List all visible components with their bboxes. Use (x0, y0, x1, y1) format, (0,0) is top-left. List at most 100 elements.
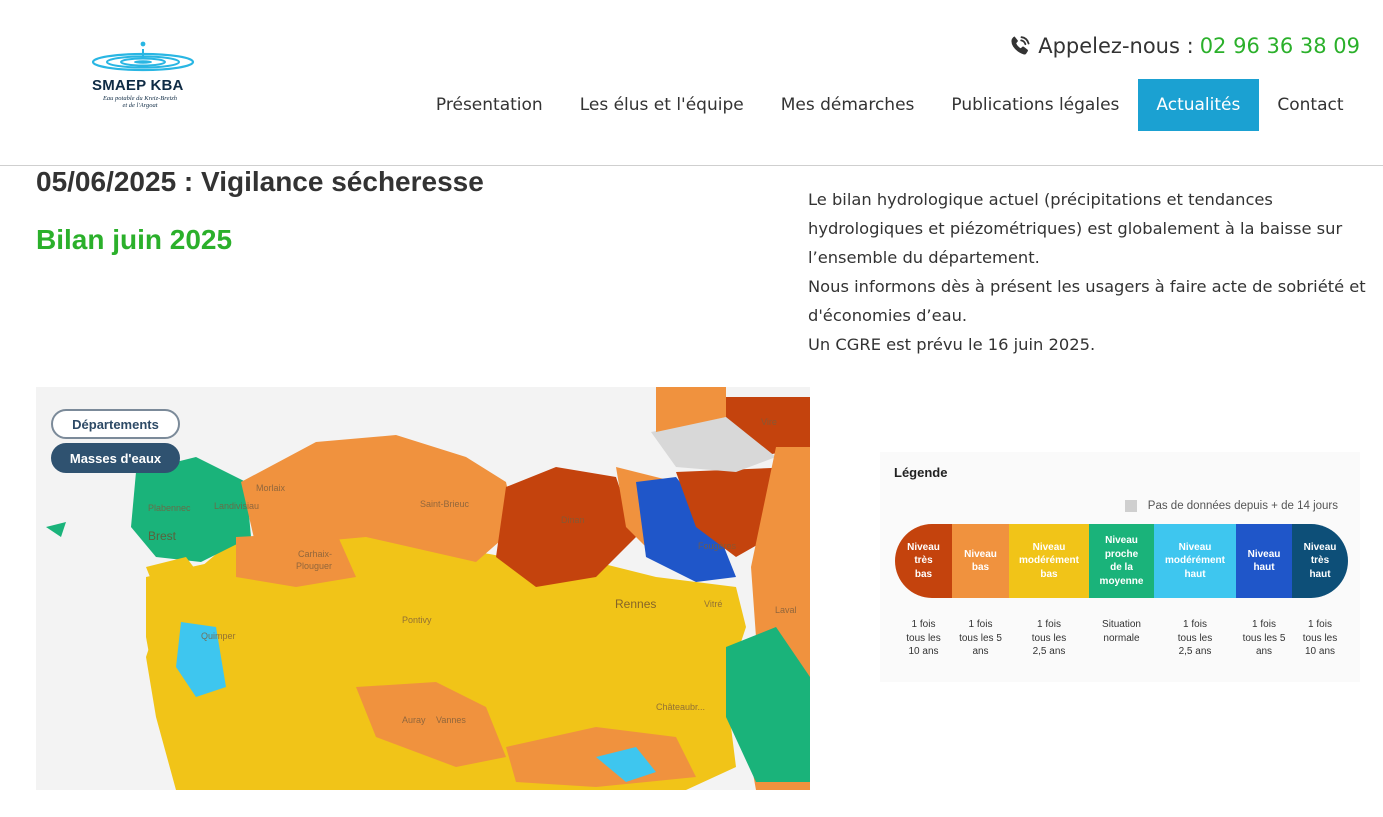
legend-level-label-line: Niveau (1247, 548, 1281, 560)
legend-level-label-line: Niveau (1178, 541, 1212, 553)
legend-frequency-line: 1 fois (1183, 619, 1207, 630)
water-drop-logo-icon (91, 41, 195, 72)
map-label: Vitré (704, 599, 723, 609)
legend-level-label-line: proche (1104, 548, 1139, 560)
legend-frequency-label: 1 fois tous les 2,5 ans (1009, 618, 1089, 659)
legend-level-label-line: modérément (1018, 555, 1079, 567)
article-title: 05/06/2025 : Vigilance sécheresse (36, 166, 484, 197)
legend-level-label-line: modérément (1164, 555, 1225, 567)
nav-item-mes-demarches[interactable]: Mes démarches (762, 79, 933, 131)
legend-level-segment: Niveau modérément bas (1009, 524, 1089, 598)
legend-level-label-line: moyenne (1099, 575, 1144, 587)
logo-subtitle-line: Eau potable du Kreiz-Breizh (102, 95, 178, 102)
legend-level-label-line: bas (1040, 568, 1058, 580)
legend-frequency-label: 1 fois tous les 10 ans (1292, 618, 1348, 659)
nav-item-actualites[interactable]: Actualités (1137, 79, 1259, 131)
phone-number[interactable]: 02 96 36 38 09 (1200, 34, 1360, 58)
map-label: Laval (775, 605, 797, 615)
no-data-swatch (1124, 500, 1137, 512)
phone-contact[interactable]: Appelez-nous : 02 96 36 38 09 (1008, 34, 1360, 58)
legend-frequency-line: 2,5 ans (1178, 646, 1212, 657)
map-label: Quimper (201, 631, 236, 641)
map-label: Brest (148, 529, 177, 543)
legend-frequency-line: tous les 5 (959, 632, 1002, 644)
legend-frequency-line: tous les 5 (1242, 632, 1286, 644)
logo-subtitle: Eau potable du Kreiz-Breizh et de l'Argo… (88, 95, 192, 109)
legend-frequency-label: 1 fois tous les 2,5 ans (1154, 618, 1236, 659)
legend-frequency-line: 10 ans (1304, 646, 1336, 657)
legend-level-segment: Niveau très bas (895, 524, 952, 598)
legend-level-label-line: bas (914, 568, 933, 580)
no-data-label: Pas de données depuis + de 14 jours (1147, 500, 1338, 512)
legend-frequency-line: 1 fois (1252, 619, 1276, 630)
legend-level-label-line: Niveau (964, 548, 997, 560)
legend-level-label: Niveau très bas (907, 541, 940, 582)
legend-frequency-text: Situation normale (1102, 618, 1141, 659)
legend-frequency-line: 2,5 ans (1032, 646, 1066, 657)
article-text-line: hydrologiques et piézométriques) est glo… (808, 219, 1343, 238)
legend-level-segment: Niveau modérément haut (1154, 524, 1236, 598)
nav-item-contact[interactable]: Contact (1259, 79, 1362, 131)
legend-level-segment: Niveau très haut (1292, 524, 1348, 598)
legend-level-label: Niveau bas (964, 548, 997, 575)
legend-frequency-line: 1 fois (968, 619, 993, 630)
article-text-line: l’ensemble du département. (808, 248, 1040, 267)
legend-frequency-label: 1 fois tous les 5 ans (1236, 618, 1292, 659)
map-label: Landivisiau (214, 501, 260, 511)
legend-frequency-line: normale (1103, 632, 1140, 644)
phone-label: Appelez-nous : (1038, 34, 1194, 58)
legend-frequency-line: tous les (906, 632, 941, 644)
article-text-line: Un CGRE est prévu le 16 juin 2025. (808, 335, 1096, 354)
map-label: Plabennec (148, 503, 191, 513)
legend-level-label: Niveau proche de la moyenne (1100, 534, 1144, 588)
legend-level-label-line: haut (1253, 562, 1275, 573)
site-logo[interactable]: SMAEP KBA Eau potable du Kreiz-Breizh et… (88, 40, 198, 114)
article-text-line: Nous informons dès à présent les usagers… (808, 277, 1366, 296)
legend-level-segment: Niveau proche de la moyenne (1089, 524, 1154, 598)
legend-title: Légende (894, 465, 948, 480)
article-text-line: d'économies d’eau. (808, 306, 968, 325)
departements-toggle-button[interactable]: Départements (51, 409, 180, 439)
legend-frequency-text: 1 fois tous les 5 ans (959, 618, 1002, 659)
legend-level-label: Niveau très haut (1304, 541, 1337, 582)
phone-icon (1011, 36, 1030, 55)
article-text-line: Le bilan hydrologique actuel (précipitat… (808, 190, 1273, 209)
legend-level-segment: Niveau haut (1236, 524, 1292, 598)
legend-level-label-line: haut (1184, 568, 1206, 580)
legend-frequency-row: 1 fois tous les 10 ans 1 fois tous les 5 ans 1… (895, 618, 1348, 659)
nav-item-publications-legales[interactable]: Publications légales (933, 79, 1138, 131)
legend-frequency-label: 1 fois tous les 10 ans (895, 618, 952, 659)
map-label: Pontivy (402, 615, 432, 625)
logo-title: SMAEP KBA (92, 77, 184, 94)
legend-level-label: Niveau haut (1248, 548, 1281, 575)
map-label: Fougères (698, 541, 737, 551)
map-label: Morlaix (256, 483, 286, 493)
map-label: Châteaubr... (656, 702, 706, 712)
legend-frequency-line: tous les (1177, 632, 1213, 644)
map-label: Rennes (615, 597, 657, 611)
masses-eaux-toggle-button[interactable]: Masses d'eaux (51, 443, 180, 473)
drought-map-image: Départements Masses d'eaux Plabennec Lan… (36, 387, 810, 790)
article-subtitle: Bilan juin 2025 (36, 224, 233, 255)
legend-frequency-line: tous les (1031, 632, 1067, 644)
legend-level-label-line: Niveau (907, 541, 940, 553)
legend-level-label-line: Niveau (1303, 541, 1337, 553)
legend-level-segment: Niveau bas (952, 524, 1009, 598)
nav-item-elus-equipe[interactable]: Les élus et l'équipe (561, 79, 762, 131)
legend-level-label-line: très (1310, 555, 1330, 567)
legend-frequency-text: 1 fois tous les 2,5 ans (1178, 618, 1212, 659)
map-label: Plouguer (296, 561, 333, 571)
legend-frequency-line: 1 fois (1037, 619, 1061, 630)
site-header: SMAEP KBA Eau potable du Kreiz-Breizh et… (0, 0, 1383, 166)
main-nav: Présentation Les élus et l'équipe Mes dé… (417, 79, 1362, 131)
legend-frequency-label: 1 fois tous les 5 ans (952, 618, 1009, 659)
legend-frequency-line: 1 fois (1308, 619, 1332, 630)
legend-frequency-text: 1 fois tous les 2,5 ans (1032, 618, 1066, 659)
legend-level-bar: Niveau très bas Niveau bas Niveau modérément ba… (895, 524, 1348, 598)
nav-item-presentation[interactable]: Présentation (417, 79, 561, 131)
legend-frequency-line: Situation (1102, 619, 1141, 630)
legend-level-label: Niveau modérément bas (1019, 541, 1079, 582)
legend-frequency-label: Situation normale (1089, 618, 1154, 659)
map-label: Vire (761, 417, 777, 427)
legend-level-label-line: très (914, 555, 933, 567)
